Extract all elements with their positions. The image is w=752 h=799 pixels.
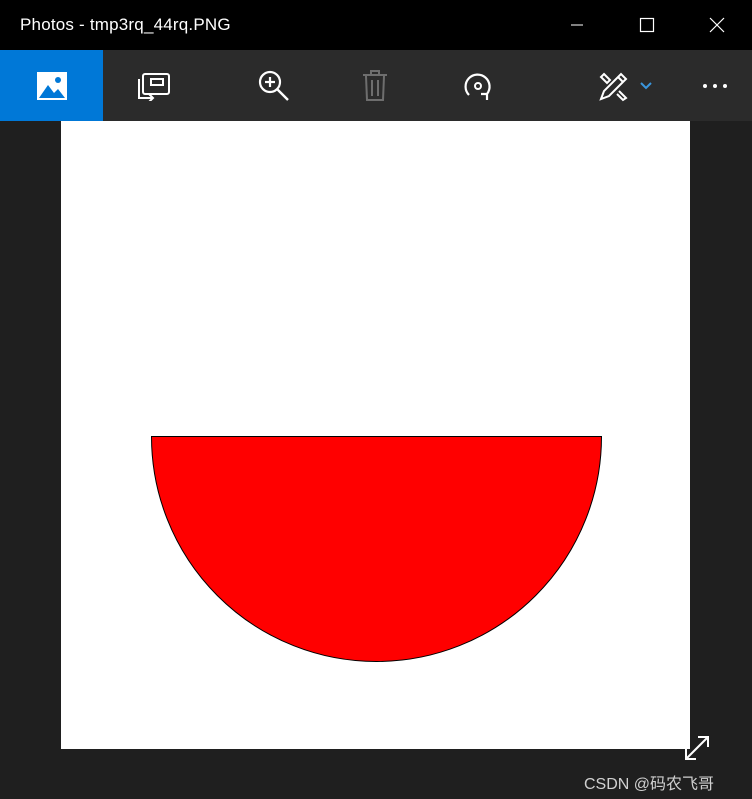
slideshow-icon [138,72,170,101]
rotate-button[interactable] [428,50,528,121]
image-viewer [0,121,752,799]
close-button[interactable] [682,0,752,50]
title-bar: Photos - tmp3rq_44rq.PNG [0,0,752,50]
delete-button[interactable] [325,50,425,121]
zoom-in-icon [258,70,289,101]
photos-window: Photos - tmp3rq_44rq.PNG CSDN @码农飞哥 [0,0,752,799]
maximize-button[interactable] [612,0,682,50]
expand-icon [685,736,709,760]
more-button[interactable] [690,50,740,121]
zoom-button[interactable] [224,50,324,121]
ellipsis-icon [703,83,727,88]
rotate-icon [464,73,491,100]
fullscreen-button[interactable] [680,731,714,765]
close-icon [709,17,725,33]
minimize-button[interactable] [542,0,612,50]
toolbar [0,50,752,121]
image-icon [36,71,67,100]
slideshow-button[interactable] [104,50,204,121]
window-title: Photos - tmp3rq_44rq.PNG [20,15,231,34]
maximize-icon [639,17,655,33]
red-semicircle [150,436,603,662]
chevron-down-icon [640,81,652,89]
displayed-photo [61,121,690,749]
trash-icon [363,69,387,101]
pencil-brush-icon [599,72,628,101]
view-photo-button[interactable] [0,50,103,121]
edit-create-button[interactable] [580,50,670,121]
watermark-text: CSDN @码农飞哥 [584,776,715,793]
photo-canvas [150,436,603,662]
minimize-icon [571,24,583,26]
